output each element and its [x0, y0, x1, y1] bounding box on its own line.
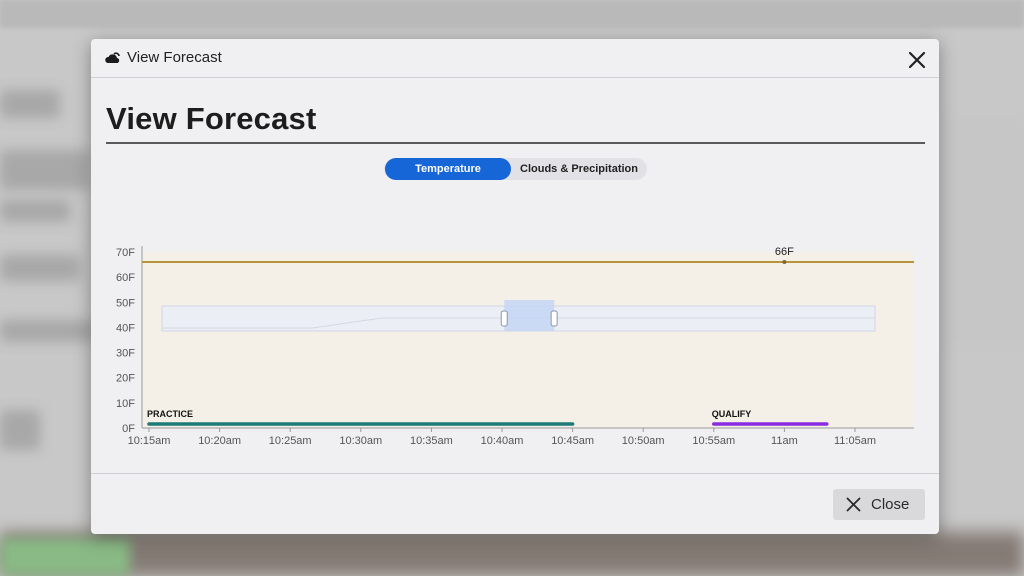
- x-tick-label: 10:50am: [622, 435, 665, 447]
- close-icon[interactable]: [907, 50, 927, 70]
- tab-clouds-precipitation[interactable]: Clouds & Precipitation: [511, 158, 647, 180]
- close-button[interactable]: Close: [833, 489, 925, 520]
- session-label-practice: PRACTICE: [147, 409, 193, 419]
- y-tick-label: 10F: [116, 398, 135, 410]
- x-tick-label: 10:20am: [198, 435, 241, 447]
- y-tick-label: 50F: [116, 297, 135, 309]
- y-tick-label: 60F: [116, 272, 135, 284]
- range-selector-window[interactable]: [504, 300, 555, 331]
- tab-temperature[interactable]: Temperature: [385, 158, 511, 180]
- forecast-dialog: View Forecast View Forecast Temperature …: [91, 39, 939, 534]
- weather-cloud-icon: [105, 52, 120, 63]
- chart-svg: 0F 10F 20F 30F 40F 50F 60F 70F 10:15am 10:20am 10:…: [116, 246, 914, 447]
- x-tick-label: 10:25am: [269, 435, 312, 447]
- plot-area: [142, 252, 914, 428]
- x-tick-label: 10:35am: [410, 435, 453, 447]
- footer-divider: [91, 473, 939, 474]
- x-tick-label: 10:40am: [481, 435, 524, 447]
- y-tick-label: 30F: [116, 348, 135, 360]
- dialog-titlebar: View Forecast: [91, 39, 939, 78]
- x-icon: [846, 497, 861, 512]
- x-tick-label: 11:05am: [834, 435, 876, 447]
- temperature-chart: 0F 10F 20F 30F 40F 50F 60F 70F 10:15am 10:20am 10:…: [91, 199, 939, 459]
- page-title: View Forecast: [106, 101, 317, 136]
- temperature-point-label: 66F: [775, 246, 794, 258]
- x-tick-label: 10:55am: [692, 435, 735, 447]
- y-tick-label: 0F: [122, 423, 135, 435]
- x-tick-label: 10:30am: [339, 435, 382, 447]
- y-tick-label: 40F: [116, 322, 135, 334]
- range-handle-right[interactable]: [550, 310, 558, 327]
- y-tick-label: 70F: [116, 247, 135, 259]
- x-tick-label: 11am: [771, 435, 798, 447]
- temperature-point: [782, 260, 787, 265]
- x-tick-label: 10:45am: [551, 435, 594, 447]
- x-tick-label: 10:15am: [128, 435, 171, 447]
- range-handle-left[interactable]: [500, 310, 508, 327]
- close-button-label: Close: [871, 496, 910, 513]
- forecast-tab-toggle: Temperature Clouds & Precipitation: [384, 158, 647, 180]
- heading-divider: [106, 142, 925, 144]
- session-label-qualify: QUALIFY: [712, 409, 752, 419]
- y-tick-label: 20F: [116, 373, 135, 385]
- dialog-title: View Forecast: [127, 49, 222, 66]
